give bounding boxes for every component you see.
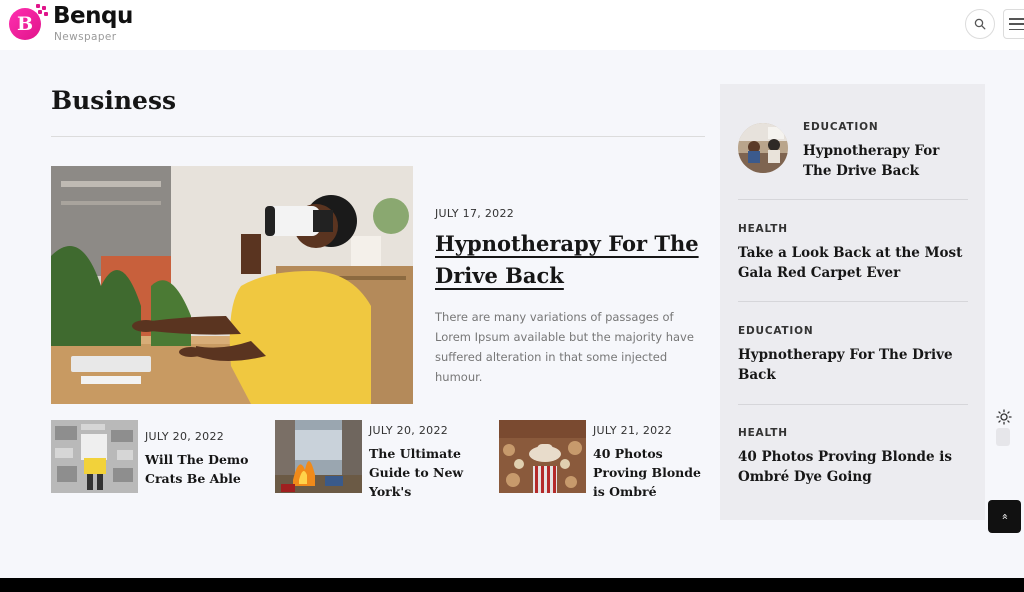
featured-date: JULY 17, 2022 — [435, 207, 515, 220]
sidebar-post[interactable]: EDUCATION Hypnotherapy For The Drive Bac… — [738, 325, 968, 385]
sidebar-post-title-link[interactable]: Take a Look Back at the Most Gala Red Ca… — [738, 243, 968, 283]
small-post-date: JULY 20, 2022 — [369, 424, 449, 437]
sidebar-post-title-link[interactable]: Hypnotherapy For The Drive Back — [738, 345, 968, 385]
logo-dots-icon — [32, 4, 48, 18]
street-fire-photo — [275, 420, 362, 493]
theme-toggle-button[interactable] — [996, 409, 1012, 425]
small-post-title-link[interactable]: Will The Demo Crats Be Able — [145, 450, 263, 488]
vr-headset-person-photo — [51, 166, 413, 404]
sidebar-panel: EDUCATION Hypnotherapy For The Drive Bac… — [720, 84, 985, 520]
sidebar-post-category[interactable]: HEALTH — [738, 427, 968, 439]
sidebar-post-category[interactable]: EDUCATION — [803, 121, 968, 133]
sidebar-avatar[interactable] — [738, 123, 788, 173]
small-post-title-link[interactable]: The Ultimate Guide to New York's — [369, 444, 487, 501]
sun-icon — [996, 409, 1012, 425]
scroll-to-top-button[interactable]: » — [988, 500, 1021, 533]
sidebar-post-category[interactable]: EDUCATION — [738, 325, 968, 337]
search-button[interactable] — [965, 9, 995, 39]
search-icon — [974, 18, 986, 30]
sidebar-divider — [738, 199, 968, 200]
menu-button[interactable] — [1003, 9, 1024, 39]
small-post-title-link[interactable]: 40 Photos Proving Blonde is Ombré — [593, 444, 711, 501]
sidebar-post-category[interactable]: HEALTH — [738, 223, 968, 235]
sidebar-post-title-link[interactable]: 40 Photos Proving Blonde is Ombré Dye Go… — [738, 447, 968, 487]
featured-image[interactable] — [51, 166, 413, 404]
sidebar-post[interactable]: HEALTH 40 Photos Proving Blonde is Ombré… — [738, 427, 968, 487]
featured-title-link[interactable]: Hypnotherapy For The Drive Back — [435, 228, 705, 292]
theme-toggle-track[interactable] — [996, 428, 1010, 446]
classroom-photo — [738, 123, 788, 173]
sidebar-post-title-link[interactable]: Hypnotherapy For The Drive Back — [803, 141, 968, 181]
footer-bar — [0, 578, 1024, 592]
small-post-card[interactable]: JULY 20, 2022 Will The Demo Crats Be Abl… — [51, 420, 266, 500]
market-hat-photo — [499, 420, 586, 493]
newspaper-reader-photo — [51, 420, 138, 493]
sidebar-divider — [738, 404, 968, 405]
sidebar-post[interactable]: EDUCATION Hypnotherapy For The Drive Bac… — [803, 121, 968, 181]
featured-excerpt: There are many variations of passages of… — [435, 310, 694, 384]
logo-letter: B — [16, 13, 34, 35]
small-post-card[interactable]: JULY 20, 2022 The Ultimate Guide to New … — [275, 420, 490, 500]
sidebar-divider — [738, 301, 968, 302]
small-post-thumbnail[interactable] — [275, 420, 362, 493]
double-chevron-up-icon: » — [997, 513, 1011, 520]
small-post-thumbnail[interactable] — [51, 420, 138, 493]
small-post-card[interactable]: JULY 21, 2022 40 Photos Proving Blonde i… — [499, 420, 714, 500]
section-title: Business — [51, 86, 177, 115]
title-divider — [51, 136, 705, 137]
brand-name[interactable]: Benqu — [53, 3, 133, 29]
hamburger-menu-icon — [1009, 18, 1024, 20]
small-post-date: JULY 20, 2022 — [145, 430, 225, 443]
brand-tagline: Newspaper — [54, 31, 117, 43]
site-header: B Benqu Newspaper — [0, 0, 1024, 50]
sidebar-post[interactable]: HEALTH Take a Look Back at the Most Gala… — [738, 223, 968, 283]
small-post-date: JULY 21, 2022 — [593, 424, 673, 437]
small-post-thumbnail[interactable] — [499, 420, 586, 493]
